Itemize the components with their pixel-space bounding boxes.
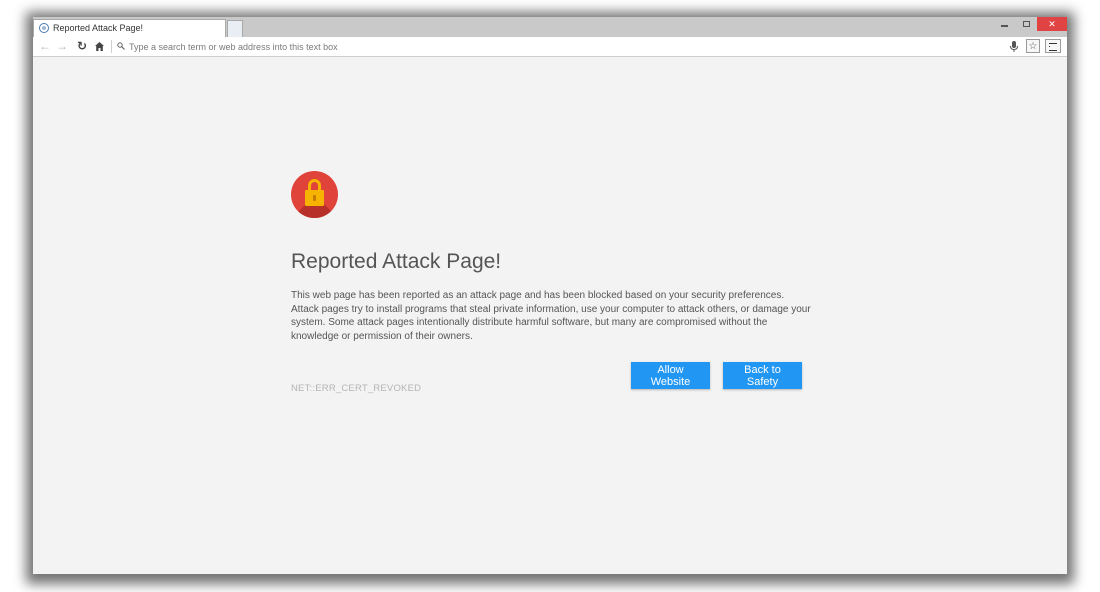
minimize-button[interactable] [993, 17, 1015, 31]
warning-description: This web page has been reported as an at… [291, 290, 811, 342]
toolbar-divider [111, 40, 112, 53]
reload-button[interactable]: ↻ [75, 39, 89, 53]
page-content: Reported Attack Page! This web page has … [33, 57, 1067, 574]
lock-body [305, 190, 324, 206]
page-title: Reported Attack Page! [291, 250, 502, 273]
maximize-icon [1022, 21, 1030, 27]
back-to-safety-button[interactable]: Back to Safety [723, 362, 802, 389]
close-button[interactable]: ✕ [1037, 17, 1067, 31]
new-tab-button[interactable] [227, 20, 243, 37]
home-icon [94, 41, 104, 51]
forward-button[interactable]: → [55, 39, 69, 53]
bookmark-star-button[interactable]: ☆ [1026, 39, 1040, 53]
maximize-button[interactable] [1015, 17, 1037, 31]
forward-arrow-icon: → [56, 39, 68, 53]
home-button[interactable] [92, 39, 106, 53]
minimize-icon [1000, 24, 1008, 27]
star-icon: ☆ [1028, 40, 1038, 52]
globe-icon [39, 23, 49, 33]
back-arrow-icon: ← [39, 39, 51, 53]
search-icon [117, 42, 125, 50]
address-bar-input[interactable] [129, 38, 999, 55]
title-bar: Reported Attack Page! ✕ [33, 17, 1067, 37]
browser-window: Reported Attack Page! ✕ ← → ↻ Type a sea… [33, 17, 1067, 574]
browser-tab[interactable]: Reported Attack Page! [33, 19, 226, 37]
reload-icon: ↻ [76, 39, 88, 53]
tab-title: Reported Attack Page! [53, 23, 144, 33]
error-code: NET::ERR_CERT_REVOKED [291, 383, 422, 394]
allow-website-button[interactable]: Allow Website [631, 362, 710, 389]
microphone-icon[interactable] [1008, 40, 1020, 53]
close-icon: ✕ [1048, 18, 1056, 29]
lock-icon [291, 171, 338, 218]
back-button[interactable]: ← [38, 39, 52, 53]
menu-button[interactable] [1045, 39, 1061, 53]
navigation-toolbar: ← → ↻ ☆ [33, 37, 1067, 57]
